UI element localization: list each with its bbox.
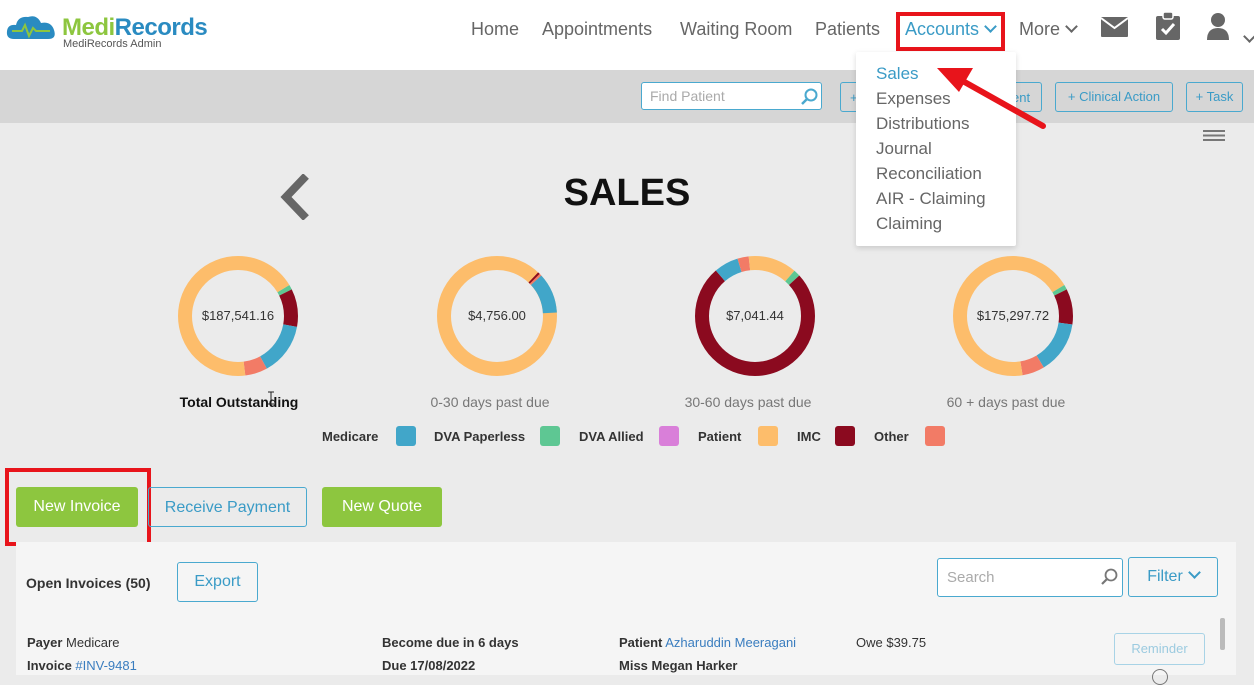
nav-patients[interactable]: Patients (815, 19, 880, 40)
chevron-down-icon (1065, 20, 1078, 33)
export-button[interactable]: Export (177, 562, 258, 602)
legend-swatch-imc (835, 426, 855, 446)
filter-button[interactable]: Filter (1128, 557, 1218, 597)
legend-swatch-medicare (396, 426, 416, 446)
brand-name-part2: Records (114, 14, 208, 41)
nav-accounts[interactable]: Accounts (905, 19, 997, 40)
invoice-number: Invoice #INV-9481 (27, 658, 137, 673)
search-icon[interactable] (801, 88, 819, 106)
invoice-link[interactable]: #INV-9481 (75, 658, 136, 673)
nav-waiting-room[interactable]: Waiting Room (680, 19, 792, 40)
legend-label-dva-allied: DVA Allied (579, 429, 644, 444)
nav-accounts-label: Accounts (905, 19, 980, 39)
payer-label: Payer (27, 635, 63, 650)
menu-item-journal[interactable]: Journal (876, 139, 932, 159)
chevron-down-icon (984, 20, 997, 33)
invoice-due-date: Due 17/08/2022 (382, 658, 476, 673)
new-invoice-button[interactable]: New Invoice (16, 487, 138, 527)
filter-button-label: Filter (1147, 568, 1183, 585)
new-quote-button[interactable]: New Quote (322, 487, 442, 527)
text-cursor-icon (268, 391, 274, 405)
donut-value-total: $187,541.16 (201, 308, 275, 323)
donut-label-total: Total Outstanding (179, 394, 299, 410)
legend-label-patient: Patient (698, 429, 742, 444)
reminder-button[interactable]: Reminder (1114, 633, 1205, 665)
search-icon[interactable] (1101, 568, 1119, 586)
brand-subtitle: MediRecords Admin (63, 38, 162, 50)
payer-value: Medicare (66, 635, 120, 650)
find-patient-placeholder: Find Patient (650, 88, 725, 104)
legend-label-other: Other (874, 429, 909, 444)
invoice-search-placeholder: Search (947, 569, 995, 586)
chevron-down-icon (1187, 566, 1201, 579)
add-task-button[interactable]: + Task (1186, 82, 1243, 112)
donut-label-60-plus: 60 + days past due (946, 394, 1066, 410)
patient-label: Patient (619, 635, 663, 650)
invoice-label: Invoice (27, 658, 72, 673)
user-avatar-icon[interactable] (1206, 12, 1230, 40)
invoice-payer: Payer Medicare (27, 635, 120, 650)
patient-link[interactable]: Azharuddin Meeragani (665, 635, 796, 650)
clinical-action-button[interactable]: + Clinical Action (1055, 82, 1173, 112)
legend-swatch-patient (758, 426, 778, 446)
legend-swatch-other (925, 426, 945, 446)
donut-value-60-plus: $175,297.72 (976, 308, 1050, 323)
scrollbar-thumb[interactable] (1220, 618, 1225, 650)
legend-swatch-dva-paperless (540, 426, 560, 446)
open-invoices-heading: Open Invoices (50) (26, 575, 151, 591)
invoice-owe: Owe $39.75 (856, 635, 927, 650)
donut-label-0-30: 0-30 days past due (430, 394, 550, 410)
legend-label-dva-paperless: DVA Paperless (434, 429, 526, 444)
legend-label-medicare: Medicare (322, 429, 379, 444)
receive-payment-button[interactable]: Receive Payment (148, 487, 307, 527)
menu-item-reconciliation[interactable]: Reconciliation (876, 164, 982, 184)
donut-value-30-60: $7,041.44 (726, 308, 784, 323)
invoice-due-in: Become due in 6 days (382, 635, 519, 650)
brand-name-part1: Medi (62, 14, 115, 41)
menu-item-claiming[interactable]: Claiming (876, 214, 942, 234)
annotation-arrow-icon (937, 68, 1046, 129)
menu-item-air-claiming[interactable]: AIR - Claiming (876, 189, 986, 209)
nav-appointments[interactable]: Appointments (542, 19, 652, 40)
menu-item-sales[interactable]: Sales (876, 64, 919, 84)
nav-home[interactable]: Home (471, 19, 519, 40)
invoice-patient-2: Miss Megan Harker (619, 658, 738, 673)
mail-icon[interactable] (1101, 17, 1128, 37)
nav-more[interactable]: More (1019, 19, 1078, 40)
nav-more-label: More (1019, 19, 1061, 39)
legend-swatch-dva-allied (659, 426, 679, 446)
legend-label-imc: IMC (797, 429, 821, 444)
hamburger-menu-icon[interactable] (1203, 130, 1225, 141)
donut-value-0-30: $4,756.00 (468, 308, 526, 323)
cloud-logo-icon (6, 16, 55, 39)
info-circle-icon[interactable] (1152, 669, 1168, 685)
donut-label-30-60: 30-60 days past due (684, 394, 812, 410)
clipboard-check-icon[interactable] (1156, 12, 1180, 40)
invoice-patient: Patient Azharuddin Meeragani (619, 635, 796, 650)
page-title: SALES (563, 172, 691, 214)
